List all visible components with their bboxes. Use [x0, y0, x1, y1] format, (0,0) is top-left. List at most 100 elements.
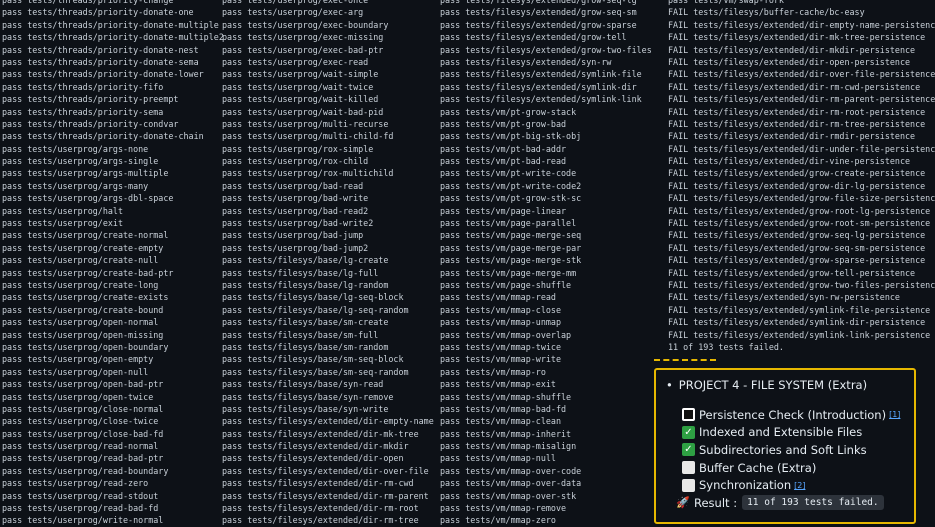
terminal-line: pass tests/filesys/extended/grow-sparse: [440, 19, 637, 30]
terminal-line: pass tests/threads/priority-preempt: [2, 94, 179, 105]
terminal-line: pass tests/filesys/extended/grow-two-fil…: [440, 44, 652, 55]
terminal-line: pass tests/vm/mmap-bad-fd: [440, 403, 567, 414]
terminal-line: pass tests/threads/priority-donate-one: [2, 7, 194, 18]
terminal-line: FAIL tests/filesys/extended/dir-under-fi…: [668, 143, 935, 154]
terminal-line: pass tests/vm/mmap-clean: [440, 416, 562, 427]
terminal-line: pass tests/userprog/create-empty: [2, 242, 164, 253]
terminal-line: pass tests/filesys/base/sm-seq-random: [222, 366, 409, 377]
terminal-line: pass tests/userprog/bad-read: [222, 180, 364, 191]
checklist-item-label: Buffer Cache (Extra): [699, 460, 817, 475]
footnote-link[interactable]: [2]: [794, 481, 805, 490]
terminal-line: pass tests/userprog/bad-jump: [222, 230, 364, 241]
terminal-line: pass tests/userprog/create-null: [2, 255, 159, 266]
terminal-line: pass tests/userprog/create-long: [2, 279, 159, 290]
terminal-line: pass tests/vm/mmap-exit: [440, 379, 556, 390]
terminal-line: pass tests/userprog/bad-write: [222, 193, 369, 204]
terminal-line: pass tests/userprog/read-stdout: [2, 490, 159, 501]
checklist-item-indexed: ✓ Indexed and Extensible Files: [682, 424, 900, 442]
terminal-line: pass tests/vm/mmap-unmap: [440, 317, 562, 328]
terminal-line: pass tests/userprog/create-bound: [2, 304, 164, 315]
terminal-line: pass tests/userprog/read-normal: [2, 441, 159, 452]
terminal-line: pass tests/userprog/exec-bad-ptr: [222, 44, 384, 55]
terminal-line: pass tests/filesys/extended/symlink-link: [440, 94, 642, 105]
terminal-line: pass tests/filesys/base/lg-seq-block: [222, 292, 404, 303]
terminal-line: FAIL tests/filesys/extended/grow-dir-lg-…: [668, 180, 926, 191]
terminal-line: pass tests/userprog/open-missing: [2, 329, 164, 340]
white-square-icon: [682, 461, 695, 475]
panel-title: PROJECT 4 - FILE SYSTEM (Extra): [678, 378, 868, 392]
terminal-line: pass tests/filesys/extended/grow-seq-sm: [440, 7, 637, 18]
checklist-item-buffer-cache: Buffer Cache (Extra): [682, 459, 900, 477]
terminal-line: pass tests/vm/mmap-write: [440, 354, 562, 365]
terminal-line: pass tests/vm/pt-write-code2: [440, 180, 582, 191]
terminal-line: pass tests/filesys/extended/dir-open: [222, 453, 404, 464]
terminal-line: pass tests/threads/priority-sema: [2, 106, 164, 117]
terminal-line: pass tests/threads/priority-donate-sema: [2, 56, 199, 67]
terminal-line: pass tests/vm/mmap-ro: [440, 366, 546, 377]
terminal-line: pass tests/userprog/multi-child-fd: [222, 131, 394, 142]
terminal-line: pass tests/userprog/args-dbl-space: [2, 193, 174, 204]
terminal-line: pass tests/filesys/base/lg-full: [222, 267, 379, 278]
terminal-line: pass tests/userprog/exit: [2, 218, 124, 229]
terminal-line: pass tests/filesys/extended/symlink-file: [440, 69, 642, 80]
terminal-line: FAIL tests/filesys/extended/syn-rw-persi…: [668, 292, 900, 303]
terminal-line: pass tests/userprog/rox-child: [222, 156, 369, 167]
black-square-icon: [682, 408, 695, 422]
terminal-line: pass tests/filesys/extended/symlink-dir: [440, 81, 637, 92]
footnote-link[interactable]: [1]: [889, 410, 900, 419]
terminal-line: pass tests/vm/pt-grow-bad: [440, 118, 567, 129]
terminal-line: pass tests/userprog/exec-boundary: [222, 19, 389, 30]
terminal-line: pass tests/userprog/open-normal: [2, 317, 159, 328]
terminal-line: pass tests/userprog/rox-multichild: [222, 168, 394, 179]
terminal-line: pass tests/filesys/base/syn-read: [222, 379, 384, 390]
terminal-line: pass tests/filesys/extended/dir-rm-paren…: [222, 490, 429, 501]
terminal-line: pass tests/filesys/extended/dir-rm-cwd: [222, 478, 414, 489]
terminal-line: pass tests/vm/mmap-remove: [440, 503, 567, 514]
result-row: 🚀 Result : 11 of 193 tests failed.: [676, 494, 900, 512]
terminal-line: FAIL tests/filesys/extended/dir-vine-per…: [668, 156, 911, 167]
terminal-line: FAIL tests/filesys/extended/grow-sparse-…: [668, 255, 926, 266]
terminal-line: pass tests/vm/mmap-shuffle: [440, 391, 572, 402]
terminal-line: pass tests/filesys/extended/grow-tell: [440, 32, 627, 43]
terminal-line: pass tests/threads/priority-donate-chain: [2, 131, 204, 142]
summary-highlight-underline: [654, 359, 716, 361]
terminal-line: pass tests/userprog/exec-read: [222, 56, 369, 67]
terminal-line: FAIL tests/filesys/extended/dir-mk-tree-…: [668, 32, 926, 43]
terminal-line: pass tests/vm/pt-grow-stk-sc: [440, 193, 582, 204]
terminal-line: pass tests/vm/mmap-overlap: [440, 329, 572, 340]
terminal-line: pass tests/vm/mmap-over-code: [440, 465, 582, 476]
terminal-line: FAIL tests/filesys/extended/dir-rm-root-…: [668, 106, 926, 117]
terminal-line: pass tests/userprog/halt: [2, 205, 124, 216]
terminal-line: pass tests/vm/page-merge-par: [440, 242, 582, 253]
rocket-icon: 🚀: [676, 496, 690, 510]
terminal-line: pass tests/userprog/read-boundary: [2, 465, 169, 476]
terminal-line: pass tests/filesys/extended/dir-mk-tree: [222, 428, 419, 439]
terminal-line: pass tests/vm/mmap-zero: [440, 515, 556, 526]
terminal-line: FAIL tests/filesys/extended/dir-rmdir-pe…: [668, 131, 916, 142]
terminal-line: pass tests/filesys/base/sm-random: [222, 341, 389, 352]
terminal-line: pass tests/vm/pt-big-stk-obj: [440, 131, 582, 142]
terminal-line: FAIL tests/filesys/extended/symlink-link…: [668, 329, 931, 340]
terminal-line: pass tests/threads/priority-donate-multi…: [2, 32, 224, 43]
terminal-line: pass tests/filesys/extended/dir-mkdir: [222, 441, 409, 452]
checklist-item-label: Subdirectories and Soft Links: [699, 442, 867, 457]
terminal-line: pass tests/vm/mmap-read: [440, 292, 556, 303]
terminal-line: pass tests/filesys/base/sm-full: [222, 329, 379, 340]
terminal-line: 11 of 193 tests failed.: [668, 341, 784, 352]
terminal-line: FAIL tests/filesys/extended/symlink-dir-…: [668, 317, 926, 328]
terminal-line: pass tests/userprog/wait-killed: [222, 94, 379, 105]
terminal-line: pass tests/userprog/close-twice: [2, 416, 159, 427]
terminal-line: FAIL tests/filesys/extended/grow-create-…: [668, 168, 926, 179]
checklist-item-label: Synchronization: [699, 478, 792, 493]
terminal-line: pass tests/vm/mmap-close: [440, 304, 562, 315]
terminal-line: pass tests/userprog/read-zero: [2, 478, 149, 489]
terminal-line: pass tests/userprog/rox-simple: [222, 143, 374, 154]
check-mark-icon: ✓: [682, 443, 695, 457]
terminal-line: pass tests/filesys/extended/dir-rm-root: [222, 503, 419, 514]
terminal-line: FAIL tests/filesys/buffer-cache/bc-easy: [668, 7, 865, 18]
terminal-line: pass tests/userprog/open-empty: [2, 354, 154, 365]
terminal-line: pass tests/userprog/bad-read2: [222, 205, 369, 216]
terminal-line: FAIL tests/filesys/extended/grow-file-si…: [668, 193, 935, 204]
checklist-item-persistence: Persistence Check (Introduction) [1]: [682, 406, 900, 424]
terminal-line: pass tests/userprog/create-bad-ptr: [2, 267, 174, 278]
